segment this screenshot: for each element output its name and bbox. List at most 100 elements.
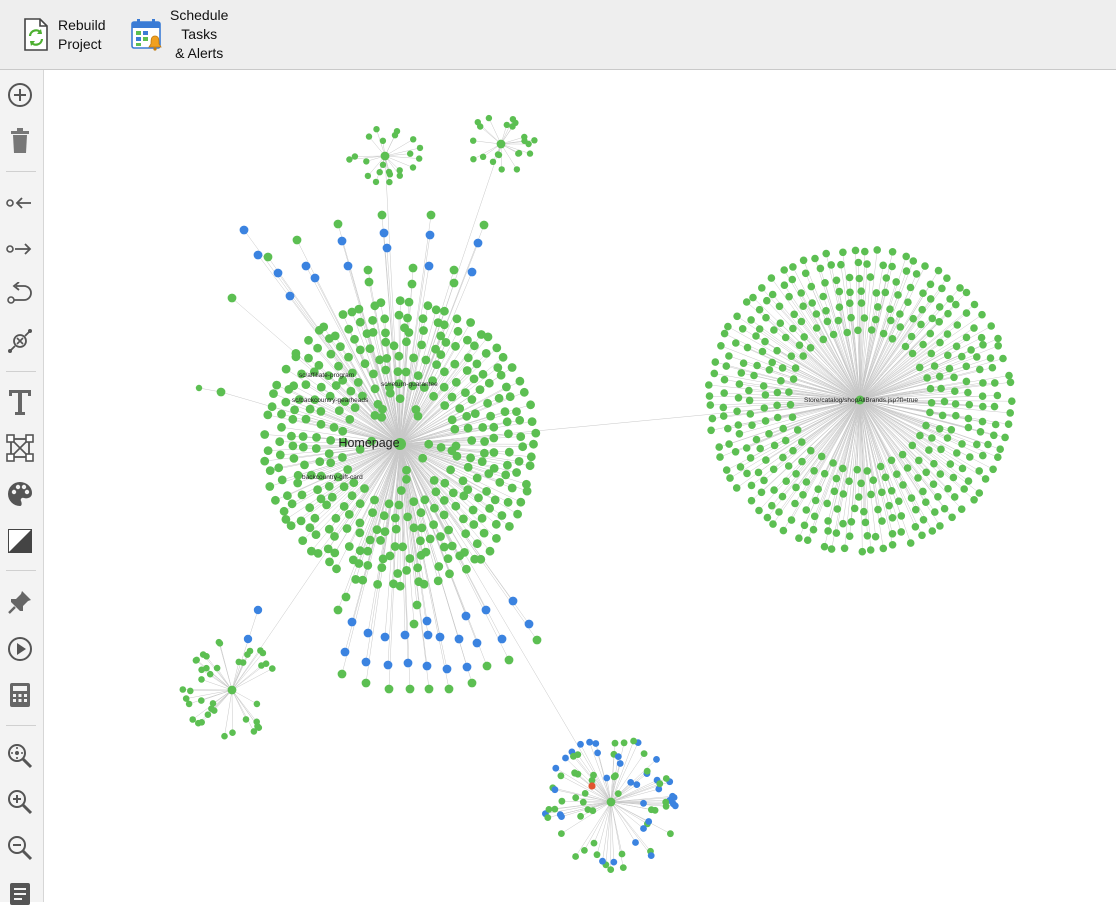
graph-node[interactable] bbox=[907, 284, 915, 292]
graph-node[interactable] bbox=[789, 276, 797, 284]
graph-node[interactable] bbox=[476, 385, 485, 394]
graph-node[interactable] bbox=[611, 774, 618, 781]
graph-node[interactable] bbox=[725, 352, 733, 360]
graph-node[interactable] bbox=[999, 355, 1007, 363]
graph-node[interactable] bbox=[707, 427, 715, 435]
calculator-icon[interactable] bbox=[6, 681, 34, 709]
graph-node[interactable] bbox=[669, 793, 676, 800]
graph-node[interactable] bbox=[520, 388, 529, 397]
graph-node[interactable] bbox=[485, 504, 494, 513]
pin-icon[interactable] bbox=[6, 588, 34, 616]
graph-node[interactable] bbox=[501, 471, 510, 480]
graph-node[interactable] bbox=[798, 458, 806, 466]
graph-node[interactable] bbox=[365, 173, 371, 179]
graph-node[interactable] bbox=[409, 354, 418, 363]
graph-node[interactable] bbox=[621, 739, 628, 746]
graph-node[interactable] bbox=[527, 150, 533, 156]
graph-node[interactable] bbox=[868, 326, 876, 334]
graph-node[interactable] bbox=[965, 415, 973, 423]
graph-node[interactable] bbox=[462, 565, 471, 574]
graph-node[interactable] bbox=[952, 412, 960, 420]
graph-node[interactable] bbox=[743, 444, 751, 452]
graph-node[interactable] bbox=[379, 555, 388, 564]
graph-node[interactable] bbox=[627, 779, 634, 786]
graph-node[interactable] bbox=[656, 780, 663, 787]
graph-node[interactable] bbox=[527, 452, 536, 461]
graph-node[interactable] bbox=[480, 449, 489, 458]
graph-node[interactable] bbox=[599, 858, 606, 865]
graph-node[interactable] bbox=[847, 314, 855, 322]
graph-node[interactable] bbox=[319, 323, 328, 332]
graph-node[interactable] bbox=[792, 470, 800, 478]
graph-node[interactable] bbox=[484, 333, 493, 342]
graph-node[interactable] bbox=[946, 295, 954, 303]
graph-node[interactable] bbox=[440, 320, 449, 329]
graph-node[interactable] bbox=[254, 606, 262, 614]
graph-node[interactable] bbox=[902, 343, 910, 351]
graph-node[interactable] bbox=[944, 330, 952, 338]
graph-node[interactable] bbox=[432, 305, 441, 314]
graph-node[interactable] bbox=[486, 547, 495, 556]
graph-node[interactable] bbox=[733, 484, 741, 492]
graph-node[interactable] bbox=[603, 775, 610, 782]
play-icon[interactable] bbox=[6, 635, 34, 663]
graph-node[interactable] bbox=[937, 446, 945, 454]
graph-node[interactable] bbox=[893, 470, 901, 478]
graph-node[interactable] bbox=[444, 554, 453, 563]
graph-node[interactable] bbox=[516, 432, 525, 441]
graph-node[interactable] bbox=[725, 440, 733, 448]
graph-node[interactable] bbox=[736, 430, 744, 438]
graph-node[interactable] bbox=[886, 305, 894, 313]
graph-node[interactable] bbox=[935, 318, 943, 326]
graph-node[interactable] bbox=[931, 508, 939, 516]
graph-node[interactable] bbox=[753, 436, 761, 444]
graph-node[interactable] bbox=[424, 440, 433, 449]
graph-node[interactable] bbox=[198, 719, 205, 726]
graph-node[interactable] bbox=[792, 364, 800, 372]
graph-node[interactable] bbox=[351, 575, 360, 584]
graph-node[interactable] bbox=[922, 469, 930, 477]
graph-node[interactable] bbox=[368, 508, 377, 517]
graph-node[interactable] bbox=[409, 497, 418, 506]
graph-node[interactable] bbox=[762, 314, 770, 322]
graph-node[interactable] bbox=[287, 432, 296, 441]
graph-node[interactable] bbox=[880, 330, 888, 338]
graph-node[interactable] bbox=[442, 338, 451, 347]
graph-node[interactable] bbox=[478, 514, 487, 523]
graph-node[interactable] bbox=[448, 542, 457, 551]
graph-node[interactable] bbox=[615, 790, 622, 797]
graph-node[interactable] bbox=[897, 323, 905, 331]
graph-node[interactable] bbox=[422, 356, 431, 365]
graph-node[interactable] bbox=[984, 441, 992, 449]
graph-node[interactable] bbox=[633, 781, 640, 788]
graph-node[interactable] bbox=[895, 497, 903, 505]
graph-node[interactable] bbox=[471, 409, 480, 418]
graph-node[interactable] bbox=[779, 493, 787, 501]
graph-node[interactable] bbox=[966, 401, 974, 409]
graph-node[interactable] bbox=[768, 359, 776, 367]
graph-node[interactable] bbox=[473, 474, 482, 483]
graph-node[interactable] bbox=[531, 429, 540, 438]
graph-node[interactable] bbox=[381, 338, 390, 347]
graph-node[interactable] bbox=[502, 383, 511, 392]
graph-node[interactable] bbox=[812, 497, 820, 505]
graph-node[interactable] bbox=[373, 179, 379, 185]
graph-node[interactable] bbox=[363, 158, 369, 164]
graph-node[interactable] bbox=[474, 239, 483, 248]
graph-node[interactable] bbox=[401, 631, 410, 640]
graph-node[interactable] bbox=[478, 423, 487, 432]
graph-node[interactable] bbox=[492, 520, 501, 529]
graph-node[interactable] bbox=[987, 322, 995, 330]
graph-node[interactable] bbox=[483, 399, 492, 408]
graph-node[interactable] bbox=[434, 577, 443, 586]
graph-node[interactable] bbox=[290, 454, 299, 463]
graph-node[interactable] bbox=[965, 477, 973, 485]
graph-node[interactable] bbox=[425, 262, 434, 271]
graph-node[interactable] bbox=[877, 463, 885, 471]
graph-node[interactable] bbox=[558, 772, 565, 779]
contrast-icon[interactable] bbox=[6, 527, 34, 555]
graph-node[interactable] bbox=[373, 126, 379, 132]
graph-node[interactable] bbox=[480, 154, 486, 160]
graph-node[interactable] bbox=[423, 617, 432, 626]
graph-node[interactable] bbox=[756, 445, 764, 453]
